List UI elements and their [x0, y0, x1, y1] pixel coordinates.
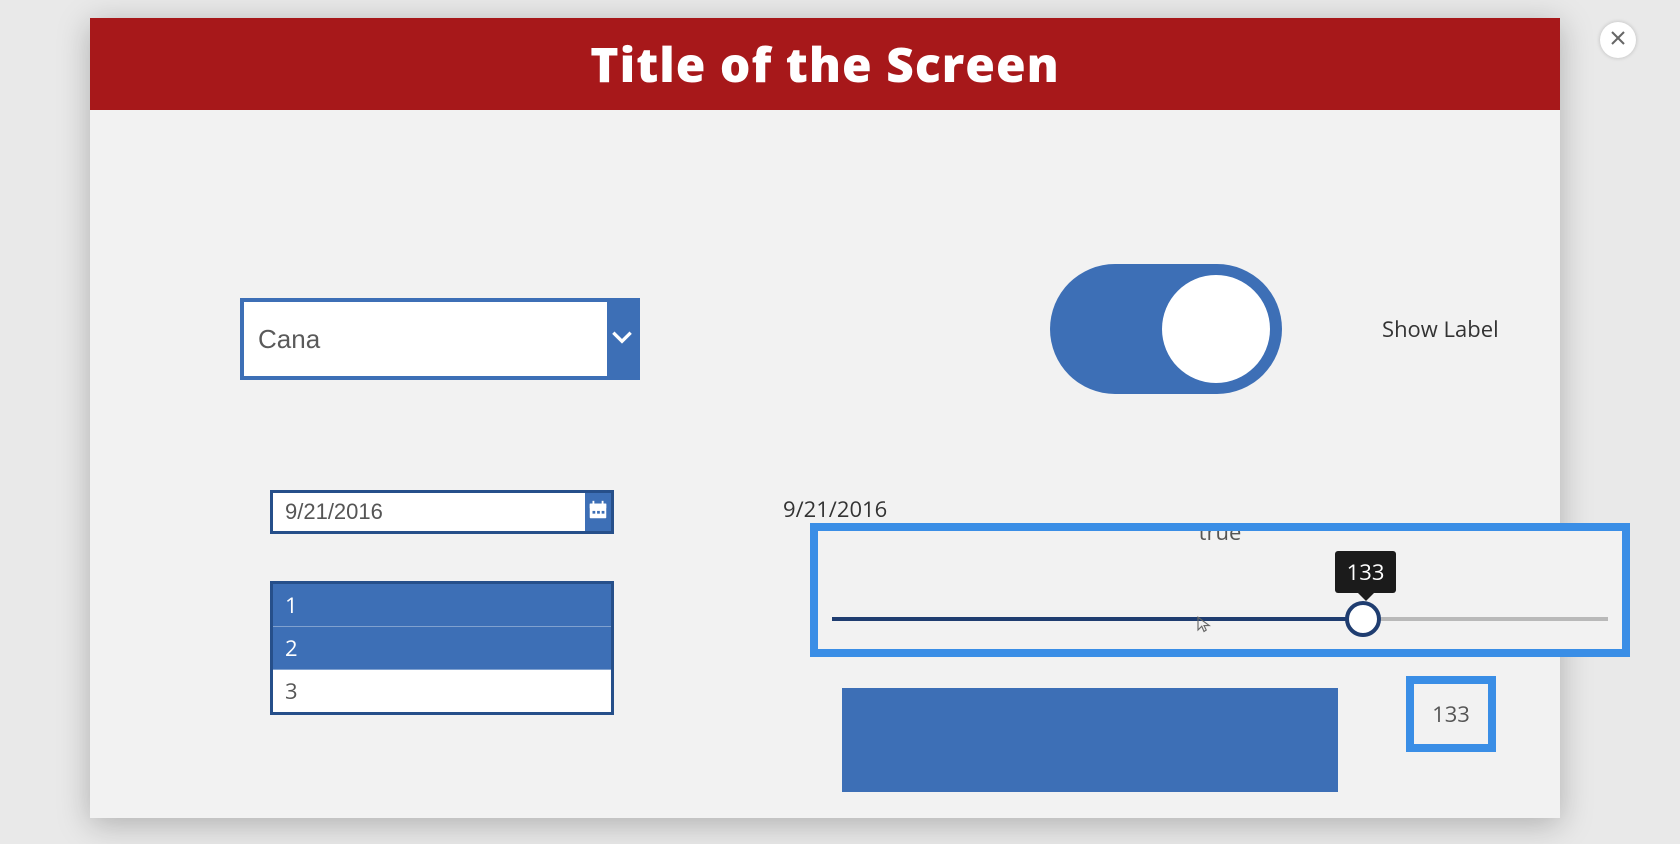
- slider-container: true 133: [810, 523, 1630, 657]
- slider-value-output: 133: [1406, 676, 1496, 752]
- primary-action-button[interactable]: [842, 688, 1338, 792]
- toggle-switch[interactable]: [1050, 264, 1282, 394]
- toggle-knob: [1162, 275, 1270, 383]
- chevron-down-icon: [609, 324, 635, 355]
- dropdown-text-field[interactable]: [244, 302, 607, 376]
- date-text-field[interactable]: [273, 493, 585, 531]
- calendar-button[interactable]: [585, 493, 611, 531]
- title-bar: Title of the Screen: [90, 18, 1560, 110]
- calendar-icon: [587, 499, 609, 526]
- toggle-group: Show Label: [1050, 264, 1499, 394]
- slider-handle[interactable]: [1345, 601, 1381, 637]
- date-output-label: 9/21/2016: [783, 494, 887, 524]
- close-button[interactable]: [1600, 22, 1636, 58]
- list-item[interactable]: 3: [273, 670, 611, 712]
- dropdown-toggle-button[interactable]: [607, 302, 636, 376]
- listbox[interactable]: 1 2 3: [270, 581, 614, 715]
- list-item[interactable]: 1: [273, 584, 611, 627]
- dropdown-input[interactable]: [240, 298, 640, 380]
- dialog-panel: Title of the Screen Show Label: [90, 18, 1560, 818]
- slider-tooltip: 133: [1335, 551, 1397, 593]
- toggle-label: Show Label: [1382, 314, 1499, 344]
- close-icon: [1610, 29, 1626, 51]
- date-input[interactable]: [270, 490, 614, 534]
- slider-peek-label: true: [1199, 517, 1242, 547]
- page-title: Title of the Screen: [590, 32, 1060, 97]
- slider-fill: [832, 617, 1367, 621]
- list-item[interactable]: 2: [273, 627, 611, 670]
